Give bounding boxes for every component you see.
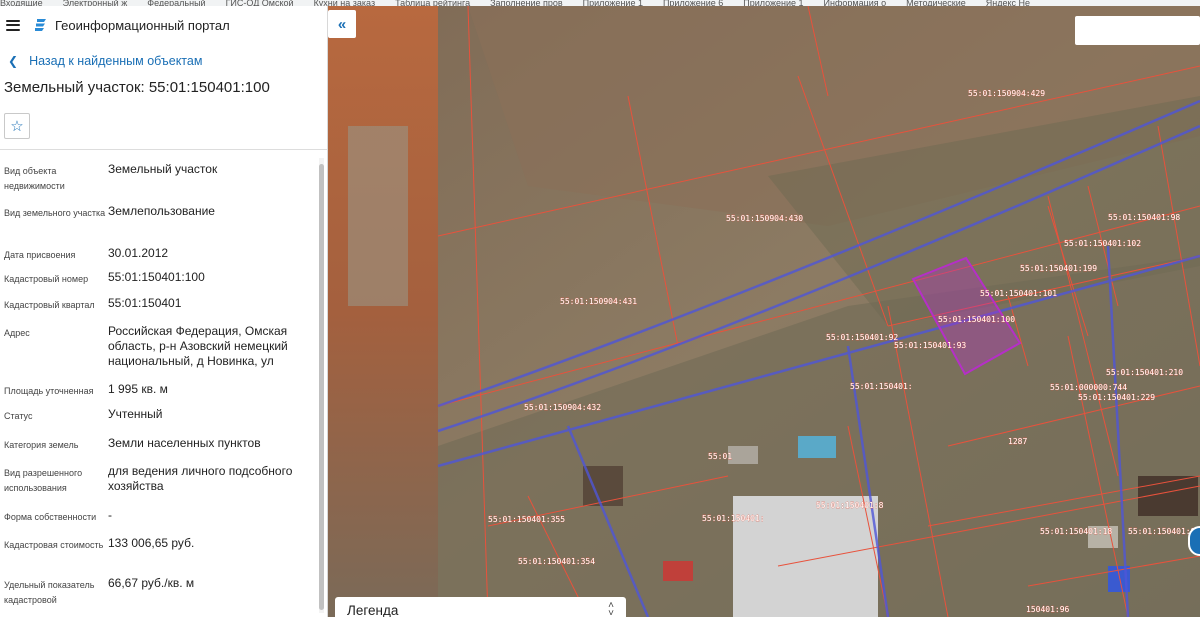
- panel-scrollbar[interactable]: [319, 158, 324, 613]
- chevron-left-icon: ❮: [8, 54, 19, 68]
- property-value: 30.01.2012: [108, 246, 169, 260]
- parcel-label[interactable]: 55:01:150401:: [702, 514, 765, 523]
- back-link-label: Назад к найденным объектам: [29, 54, 203, 68]
- parcel-label[interactable]: 55:01:000000:744: [1050, 383, 1128, 392]
- sort-arrows-icon: ˄ ˅: [608, 600, 614, 617]
- parcel-label[interactable]: 55:01:150904:430: [726, 214, 804, 223]
- satellite-map[interactable]: 55:01:150904:429 55:01:150904:430 55:01:15…: [328, 6, 1200, 617]
- blurred-area: [348, 126, 408, 306]
- map-search-box[interactable]: [1075, 16, 1200, 45]
- building: [728, 446, 758, 464]
- property-value: 55:01:150401:100: [108, 270, 205, 284]
- top-bar: Геоинформационный портал: [0, 6, 327, 44]
- building: [663, 561, 693, 581]
- locate-button[interactable]: [1188, 526, 1200, 556]
- star-icon: ☆: [10, 118, 24, 135]
- map-view[interactable]: 55:01:150904:429 55:01:150904:430 55:01:15…: [328, 6, 1200, 617]
- property-label: Дата присвоения: [4, 250, 76, 260]
- parcel-label[interactable]: 55:01:150401:229: [1078, 393, 1156, 402]
- blurred-area: [328, 6, 438, 617]
- property-row: Площадь уточненная 1 995 кв. м: [0, 382, 327, 407]
- parcel-label[interactable]: 55:01:150401:98: [1108, 213, 1181, 222]
- property-label: Удельный показатель кадастровой: [4, 580, 95, 605]
- double-chevron-left-icon: «: [337, 15, 347, 33]
- parcel-label[interactable]: 55:01:150401:354: [518, 557, 596, 566]
- parcel-label[interactable]: 1287: [1008, 437, 1028, 446]
- property-row: Вид земельного участка Землепользование: [0, 204, 327, 246]
- properties-list: Вид объекта недвижимости Земельный участо…: [0, 150, 327, 616]
- property-value: 1 995 кв. м: [108, 382, 168, 396]
- portal-title: Геоинформационный портал: [55, 17, 230, 33]
- parcel-label[interactable]: 55:01:150401:8: [816, 501, 884, 510]
- legend-label: Легенда: [347, 602, 399, 617]
- property-value: 55:01:150401: [108, 296, 182, 310]
- parcel-label[interactable]: 55:01:150401:18: [1040, 527, 1113, 536]
- parcel-label[interactable]: 55:01:150401:100: [938, 315, 1016, 324]
- parcel-label[interactable]: 55:01:150904:431: [560, 297, 638, 306]
- property-value: Землепользование: [108, 204, 215, 218]
- back-link[interactable]: ❮ Назад к найденным объектам: [0, 49, 327, 73]
- property-row: Дата присвоения 30.01.2012: [0, 246, 327, 270]
- property-row: Вид разрешенного использования для ведени…: [0, 464, 327, 508]
- property-row: Вид объекта недвижимости Земельный участо…: [0, 162, 327, 204]
- parcel-label[interactable]: 55:01:150401:93: [894, 341, 967, 350]
- property-label: Категория земель: [4, 440, 79, 450]
- parcel-label[interactable]: 55:01:150401:102: [1064, 239, 1142, 248]
- favorite-button[interactable]: ☆: [4, 113, 30, 139]
- property-value: Российская Федерация, Омская область, р-…: [108, 324, 288, 368]
- building: [798, 436, 836, 458]
- property-row: Удельный показатель кадастровой 66,67 руб…: [0, 576, 327, 616]
- property-label: Кадастровая стоимость: [4, 540, 104, 550]
- property-row: Форма собственности -: [0, 508, 327, 536]
- parcel-label[interactable]: 55:01:150401:355: [488, 515, 566, 524]
- collapse-panel-button[interactable]: «: [328, 10, 356, 38]
- property-value: Земельный участок: [108, 162, 218, 176]
- property-value: для ведения личного подсобного хозяйства: [108, 464, 293, 493]
- property-value: Земли населенных пунктов: [108, 436, 261, 450]
- parcel-label[interactable]: 55:01: [708, 452, 733, 461]
- property-row: Кадастровый номер 55:01:150401:100: [0, 270, 327, 296]
- property-label: Площадь уточненная: [4, 386, 94, 396]
- property-label: Вид разрешенного использования: [4, 468, 83, 493]
- property-value: -: [108, 508, 112, 522]
- parcel-label[interactable]: 55:01:150401:199: [1020, 264, 1098, 273]
- parcel-label[interactable]: 150401:96: [1026, 605, 1070, 614]
- property-value: 133 006,65 руб.: [108, 536, 195, 550]
- property-row: Статус Учтенный: [0, 407, 327, 436]
- object-title: Земельный участок: 55:01:150401:100: [4, 79, 270, 96]
- info-panel: Геоинформационный портал ❮ Назад к найде…: [0, 6, 328, 617]
- property-row: Адрес Российская Федерация, Омская област…: [0, 324, 327, 382]
- menu-icon[interactable]: [6, 19, 20, 31]
- parcel-label[interactable]: 55:01:150904:429: [968, 89, 1046, 98]
- property-label: Вид земельного участка: [4, 208, 106, 218]
- property-row: Кадастровый квартал 55:01:150401: [0, 296, 327, 324]
- property-label: Адрес: [4, 328, 30, 338]
- parcel-label[interactable]: 55:01:150401:210: [1106, 368, 1184, 377]
- parcel-label[interactable]: 55:01:150904:432: [524, 403, 602, 412]
- parcel-label[interactable]: 55:01:150401:101: [980, 289, 1058, 298]
- property-label: Кадастровый номер: [4, 274, 89, 284]
- property-label: Форма собственности: [4, 512, 97, 522]
- property-row: Кадастровая стоимость 133 006,65 руб.: [0, 536, 327, 576]
- parcel-label[interactable]: 55:01:150401:: [850, 382, 913, 391]
- parcel-label[interactable]: 55:01:150401:92: [826, 333, 899, 342]
- portal-logo-icon: [35, 19, 46, 31]
- property-value: 66,67 руб./кв. м: [108, 576, 195, 590]
- legend-dropdown[interactable]: Легенда ˄ ˅: [335, 597, 626, 617]
- property-row: Категория земель Земли населенных пунктов: [0, 436, 327, 464]
- property-label: Статус: [4, 411, 33, 421]
- property-value: Учтенный: [108, 407, 163, 421]
- building: [583, 466, 623, 506]
- property-label: Кадастровый квартал: [4, 300, 95, 310]
- property-label: Вид объекта недвижимости: [4, 166, 65, 191]
- scrollbar-thumb[interactable]: [319, 164, 324, 610]
